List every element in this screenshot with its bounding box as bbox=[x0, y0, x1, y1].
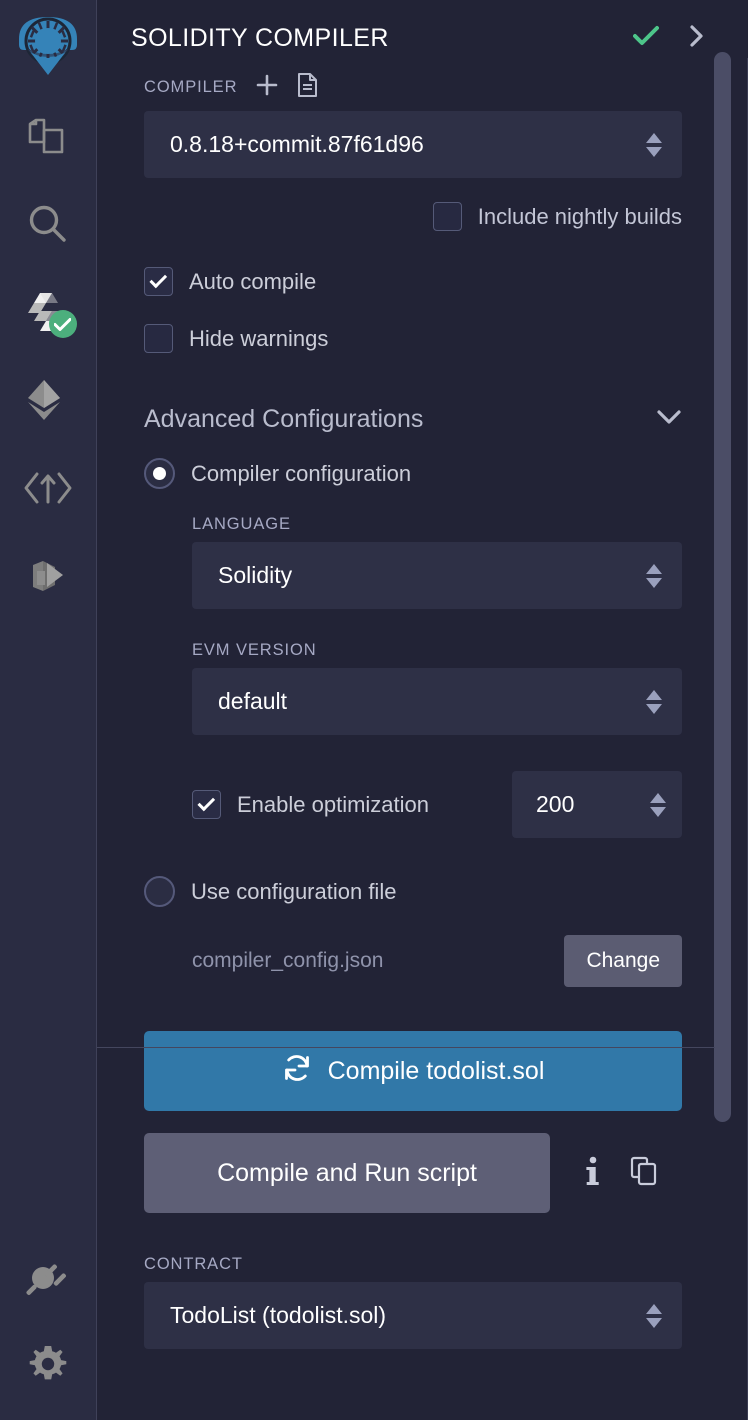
compiler-label: COMPILER bbox=[144, 78, 238, 96]
chevron-updown-icon bbox=[650, 792, 666, 817]
enable-optimization-checkbox-box bbox=[192, 790, 221, 819]
contract-label: CONTRACT bbox=[144, 1255, 243, 1273]
use-config-file-label: Use configuration file bbox=[191, 878, 397, 904]
solidity-compiler-panel: SOLIDITY COMPILER COMPILER 0.8.18+commit… bbox=[97, 0, 748, 1420]
compiler-section-header: COMPILER bbox=[144, 72, 682, 103]
use-config-file-row: Use configuration file bbox=[144, 876, 682, 907]
compiler-version-value: 0.8.18+commit.87f61d96 bbox=[170, 131, 424, 157]
section-divider bbox=[97, 1047, 715, 1048]
panel-header-icons bbox=[633, 24, 726, 53]
contract-select[interactable]: TodoList (todolist.sol) bbox=[144, 1282, 682, 1349]
document-icon[interactable] bbox=[297, 72, 318, 103]
deploy-run-icon[interactable] bbox=[0, 356, 97, 444]
compiler-version-select[interactable]: 0.8.18+commit.87f61d96 bbox=[144, 111, 682, 178]
git-icon[interactable] bbox=[0, 532, 97, 620]
language-value: Solidity bbox=[218, 562, 293, 588]
compiler-configuration-label: Compiler configuration bbox=[191, 460, 412, 486]
chevron-updown-icon bbox=[646, 689, 662, 714]
chevron-down-icon[interactable] bbox=[656, 409, 682, 430]
hide-warnings-label: Hide warnings bbox=[189, 325, 329, 351]
evm-version-value: default bbox=[218, 688, 288, 714]
auto-compile-label: Auto compile bbox=[189, 268, 317, 294]
advanced-configurations-header[interactable]: Advanced Configurations bbox=[144, 405, 682, 434]
optimization-runs-value: 200 bbox=[536, 791, 575, 817]
auto-compile-checkbox-box bbox=[144, 267, 173, 296]
config-file-name: compiler_config.json bbox=[192, 949, 384, 972]
compile-button[interactable]: Compile todolist.sol bbox=[144, 1031, 682, 1111]
compile-actions-section: Compile todolist.sol Compile and Run scr… bbox=[144, 1031, 682, 1349]
language-select[interactable]: Solidity bbox=[192, 542, 682, 609]
search-icon[interactable] bbox=[0, 180, 97, 268]
compiler-configuration-radio-circle bbox=[144, 458, 175, 489]
hide-warnings-checkbox[interactable]: Hide warnings bbox=[144, 324, 682, 353]
language-field-group: LANGUAGE Solidity bbox=[192, 515, 682, 609]
include-nightly-builds-label: Include nightly builds bbox=[477, 203, 682, 229]
chevron-right-icon[interactable] bbox=[689, 24, 704, 53]
info-icon[interactable] bbox=[586, 1156, 600, 1191]
panel-scrollbar[interactable] bbox=[714, 52, 731, 1122]
refresh-icon bbox=[282, 1053, 312, 1090]
include-nightly-builds-checkbox[interactable]: Include nightly builds bbox=[432, 202, 682, 231]
panel-header: SOLIDITY COMPILER bbox=[97, 0, 748, 60]
chevron-updown-icon bbox=[646, 132, 662, 157]
compiler-success-badge-icon bbox=[48, 310, 77, 338]
plus-icon[interactable] bbox=[255, 73, 279, 102]
optimization-row: Enable optimization 200 bbox=[144, 771, 682, 838]
hide-warnings-checkbox-box bbox=[144, 324, 173, 353]
contract-value: TodoList (todolist.sol) bbox=[170, 1302, 387, 1328]
run-script-row: Compile and Run script bbox=[144, 1133, 682, 1213]
language-label: LANGUAGE bbox=[192, 515, 291, 533]
page-title: SOLIDITY COMPILER bbox=[131, 23, 389, 52]
compiler-configuration-radio[interactable]: Compiler configuration bbox=[144, 458, 682, 489]
evm-version-select[interactable]: default bbox=[192, 668, 682, 735]
remix-ide-window: SOLIDITY COMPILER COMPILER 0.8.18+commit… bbox=[0, 0, 748, 1420]
config-file-line: compiler_config.json Change bbox=[144, 935, 682, 987]
compile-and-run-script-button[interactable]: Compile and Run script bbox=[144, 1133, 550, 1213]
copy-icon[interactable] bbox=[630, 1156, 658, 1191]
evm-version-field-group: EVM VERSION default bbox=[192, 641, 682, 735]
icon-sidebar bbox=[0, 0, 97, 1420]
icon-sidebar-top-group bbox=[0, 0, 97, 620]
chevron-updown-icon bbox=[646, 1303, 662, 1328]
change-config-file-button[interactable]: Change bbox=[564, 935, 682, 987]
remix-logo-icon[interactable] bbox=[0, 0, 97, 92]
icon-sidebar-bottom-group bbox=[0, 1232, 96, 1408]
advanced-configurations-title: Advanced Configurations bbox=[144, 405, 424, 433]
file-explorer-icon[interactable] bbox=[0, 92, 97, 180]
chevron-updown-icon bbox=[646, 563, 662, 588]
compile-button-label: Compile todolist.sol bbox=[327, 1056, 545, 1085]
solidity-compiler-icon[interactable] bbox=[0, 268, 97, 356]
nightly-checkbox-box bbox=[432, 202, 462, 231]
enable-optimization-checkbox[interactable]: Enable optimization bbox=[144, 790, 512, 819]
include-nightly-builds-row: Include nightly builds bbox=[144, 202, 682, 231]
run-script-icon-group bbox=[550, 1156, 658, 1191]
optimization-runs-input[interactable]: 200 bbox=[512, 771, 682, 838]
auto-compile-checkbox[interactable]: Auto compile bbox=[144, 267, 682, 296]
use-config-file-radio-circle bbox=[144, 876, 175, 907]
evm-version-label: EVM VERSION bbox=[192, 641, 317, 659]
enable-optimization-label: Enable optimization bbox=[237, 791, 430, 817]
plugin-manager-icon[interactable] bbox=[0, 1232, 97, 1320]
use-config-file-radio[interactable]: Use configuration file bbox=[144, 876, 396, 907]
settings-gear-icon[interactable] bbox=[0, 1320, 97, 1408]
debugger-icon[interactable] bbox=[0, 444, 97, 532]
compiler-settings-scroll-region: COMPILER 0.8.18+commit.87f61d96 Include … bbox=[97, 58, 715, 1420]
check-icon[interactable] bbox=[633, 25, 659, 52]
